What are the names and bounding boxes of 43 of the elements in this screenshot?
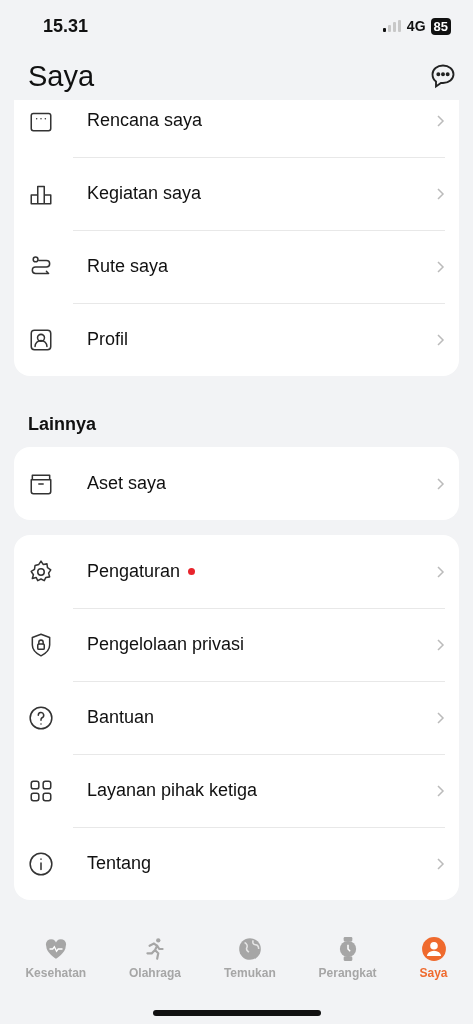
menu-label: Layanan pihak ketiga: [87, 780, 258, 801]
info-icon: [28, 850, 54, 877]
menu-item[interactable]: Pengaturan: [14, 535, 459, 608]
network-type: 4G: [406, 18, 426, 34]
menu-label: Rencana saya: [87, 110, 203, 131]
signal-icon: [382, 20, 401, 32]
menu-item[interactable]: Pengelolaan privasi: [14, 608, 459, 681]
chevron-icon: [435, 332, 445, 347]
menu-item[interactable]: Aset saya: [14, 447, 459, 520]
chevron-icon: [435, 856, 445, 871]
clock: 15.31: [43, 15, 90, 37]
grid-icon: [28, 777, 54, 804]
menu-item[interactable]: Layanan pihak ketiga: [14, 754, 459, 827]
menu-label: Tentang: [87, 853, 152, 874]
menu-label: Profil: [87, 329, 128, 350]
menu-item[interactable]: Tentang: [14, 827, 459, 900]
chevron-icon: [435, 259, 445, 274]
menu-item[interactable]: Rute saya: [14, 230, 459, 303]
menu-item[interactable]: Kegiatan saya: [14, 157, 459, 230]
menu-item[interactable]: Rencana saya: [14, 100, 459, 157]
chevron-icon: [435, 710, 445, 725]
menu-label: Pengaturan: [87, 561, 181, 582]
chevron-icon: [435, 564, 445, 579]
chevron-icon: [435, 637, 445, 652]
chevron-icon: [435, 113, 445, 128]
menu-item[interactable]: Bantuan: [14, 681, 459, 754]
battery-level: 85: [430, 17, 451, 35]
chevron-icon: [435, 783, 445, 798]
menu-label: Pengelolaan privasi: [87, 634, 245, 655]
menu-label: Rute saya: [87, 256, 169, 277]
chevron-icon: [435, 476, 445, 491]
chat-icon[interactable]: [429, 62, 457, 90]
menu-item[interactable]: Profil: [14, 303, 459, 376]
chevron-icon: [435, 186, 445, 201]
profile-icon: [28, 326, 54, 353]
page-title: Saya: [28, 59, 96, 93]
help-icon: [28, 704, 54, 731]
globe-icon: [236, 936, 263, 962]
menu-label: Bantuan: [87, 707, 155, 728]
section-heading: Lainnya: [27, 413, 98, 436]
menu-label: Aset saya: [87, 473, 167, 494]
menu-label: Kegiatan saya: [87, 183, 202, 204]
person-icon: [420, 936, 447, 962]
